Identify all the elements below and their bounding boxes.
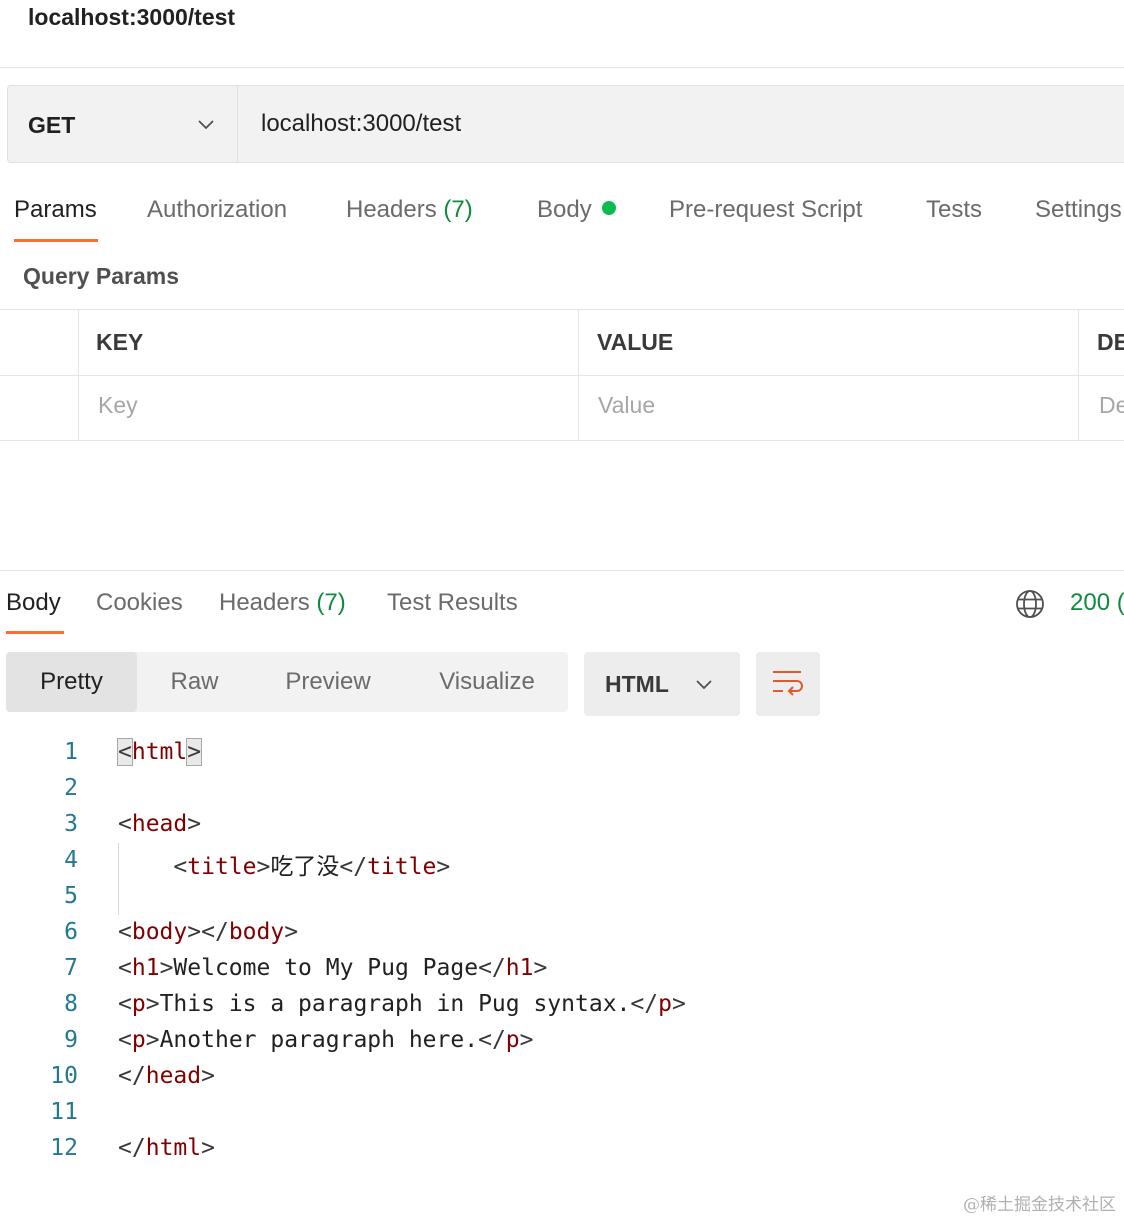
watermark: @稀土掘金技术社区	[963, 1195, 1116, 1215]
line-number: 5	[64, 883, 78, 909]
code-line: 6 <body></body>	[0, 915, 1124, 951]
line-number: 7	[64, 955, 78, 981]
code-text: </head>	[118, 1063, 215, 1089]
code-line: 11	[0, 1095, 1124, 1131]
line-number: 10	[50, 1063, 78, 1089]
method-label: GET	[28, 112, 76, 138]
line-number: 6	[64, 919, 78, 945]
view-visualize[interactable]: Visualize	[418, 652, 556, 712]
table-row-divider	[0, 375, 1124, 376]
key-input[interactable]: Key	[98, 392, 138, 419]
format-select[interactable]: HTML	[584, 652, 740, 716]
response-tab-headers-count: (7)	[316, 589, 346, 616]
code-text: <p>Another paragraph here.</p>	[118, 1027, 534, 1053]
format-label: HTML	[605, 671, 669, 697]
description-input[interactable]: De	[1099, 392, 1124, 419]
tab-tests-label: Tests	[926, 196, 983, 223]
tab-headers-count: (7)	[443, 196, 473, 223]
params-table: KEY VALUE DE Key Value De	[0, 309, 1124, 441]
tab-pre-request-script[interactable]: Pre-request Script	[669, 196, 862, 224]
line-number: 2	[64, 775, 78, 801]
column-header-key: KEY	[96, 329, 144, 355]
response-tab-test-results-label: Test Results	[387, 589, 518, 616]
view-preview[interactable]: Preview	[264, 652, 392, 712]
chevron-down-icon	[696, 680, 712, 690]
tab-tests[interactable]: Tests	[926, 196, 982, 224]
line-number: 8	[64, 991, 78, 1017]
column-header-description: DE	[1097, 329, 1124, 355]
tab-authorization[interactable]: Authorization	[147, 196, 287, 224]
response-tab-headers-label: Headers	[219, 589, 310, 616]
response-tab-test-results[interactable]: Test Results	[387, 589, 518, 617]
code-text: <html>	[117, 738, 203, 766]
title-bar: localhost:3000/test	[0, 0, 1124, 68]
tab-params-label: Params	[14, 196, 97, 223]
line-number: 12	[50, 1135, 78, 1161]
response-tab-cookies-label: Cookies	[96, 589, 183, 616]
code-text: </html>	[118, 1135, 215, 1161]
code-line: 7 <h1>Welcome to My Pug Page</h1>	[0, 951, 1124, 987]
code-line: 8 <p>This is a paragraph in Pug syntax.</…	[0, 987, 1124, 1023]
code-text: <p>This is a paragraph in Pug syntax.</p…	[118, 991, 686, 1017]
code-line: 10 </head>	[0, 1059, 1124, 1095]
response-code-viewer[interactable]: 1 <html> 2 3 <head> 4 <title>吃了没</title> 5 6 <bo…	[0, 735, 1124, 1175]
query-params-title: Query Params	[23, 263, 179, 289]
globe-icon[interactable]	[1014, 588, 1046, 620]
active-tab-underline	[14, 239, 98, 242]
line-number: 3	[64, 811, 78, 837]
line-number: 4	[64, 847, 78, 873]
view-raw[interactable]: Raw	[137, 652, 252, 712]
tab-settings[interactable]: Settings	[1035, 196, 1122, 224]
code-line: 2	[0, 771, 1124, 807]
line-number: 1	[64, 739, 78, 765]
tab-headers[interactable]: Headers (7)	[346, 196, 473, 224]
code-line: 12 </html>	[0, 1131, 1124, 1167]
request-title[interactable]: localhost:3000/test	[28, 4, 235, 31]
active-response-tab-underline	[6, 631, 64, 634]
code-line: 1 <html>	[0, 735, 1124, 771]
view-pretty[interactable]: Pretty	[6, 652, 137, 712]
code-line: 5	[0, 879, 1124, 915]
code-text: <h1>Welcome to My Pug Page</h1>	[118, 955, 548, 981]
view-mode-switch: Pretty Raw Preview Visualize	[6, 652, 568, 712]
tab-body-label: Body	[537, 196, 592, 223]
tab-body[interactable]: Body	[537, 196, 616, 224]
code-line: 3 <head>	[0, 807, 1124, 843]
wrap-lines-icon	[773, 671, 803, 696]
url-text: localhost:3000/test	[261, 110, 462, 137]
request-tabs: Params Authorization Headers (7) Body Pr…	[0, 186, 1124, 246]
response-tab-headers[interactable]: Headers (7)	[219, 589, 346, 617]
value-input[interactable]: Value	[598, 392, 655, 419]
response-divider[interactable]	[0, 570, 1124, 571]
code-text: <body></body>	[118, 919, 299, 945]
code-line: 4 <title>吃了没</title>	[0, 843, 1124, 880]
url-input[interactable]: localhost:3000/test	[239, 86, 1124, 162]
tab-params[interactable]: Params	[14, 196, 97, 224]
response-tab-body-label: Body	[6, 589, 61, 616]
tab-authorization-label: Authorization	[147, 196, 288, 223]
status-code[interactable]: 200 (	[1070, 589, 1124, 617]
body-indicator-dot	[601, 201, 616, 215]
column-header-value: VALUE	[597, 329, 674, 355]
code-text: <title>吃了没</title>	[173, 854, 451, 880]
line-number: 11	[50, 1099, 78, 1125]
code-text: <head>	[118, 811, 202, 837]
request-bar: GET localhost:3000/test	[7, 85, 1124, 163]
response-tab-body[interactable]: Body	[6, 589, 61, 617]
response-tabs: Body Cookies Headers (7) Test Results	[0, 575, 1124, 635]
tab-headers-label: Headers	[346, 196, 437, 223]
response-tab-cookies[interactable]: Cookies	[96, 589, 183, 617]
line-number: 9	[64, 1027, 78, 1053]
tab-pre-request-label: Pre-request Script	[669, 196, 863, 223]
tab-settings-label: Settings	[1035, 196, 1122, 223]
wrap-lines-button[interactable]	[756, 652, 820, 716]
chevron-down-icon	[198, 120, 214, 130]
method-select[interactable]: GET	[8, 86, 238, 162]
code-line: 9 <p>Another paragraph here.</p>	[0, 1023, 1124, 1059]
